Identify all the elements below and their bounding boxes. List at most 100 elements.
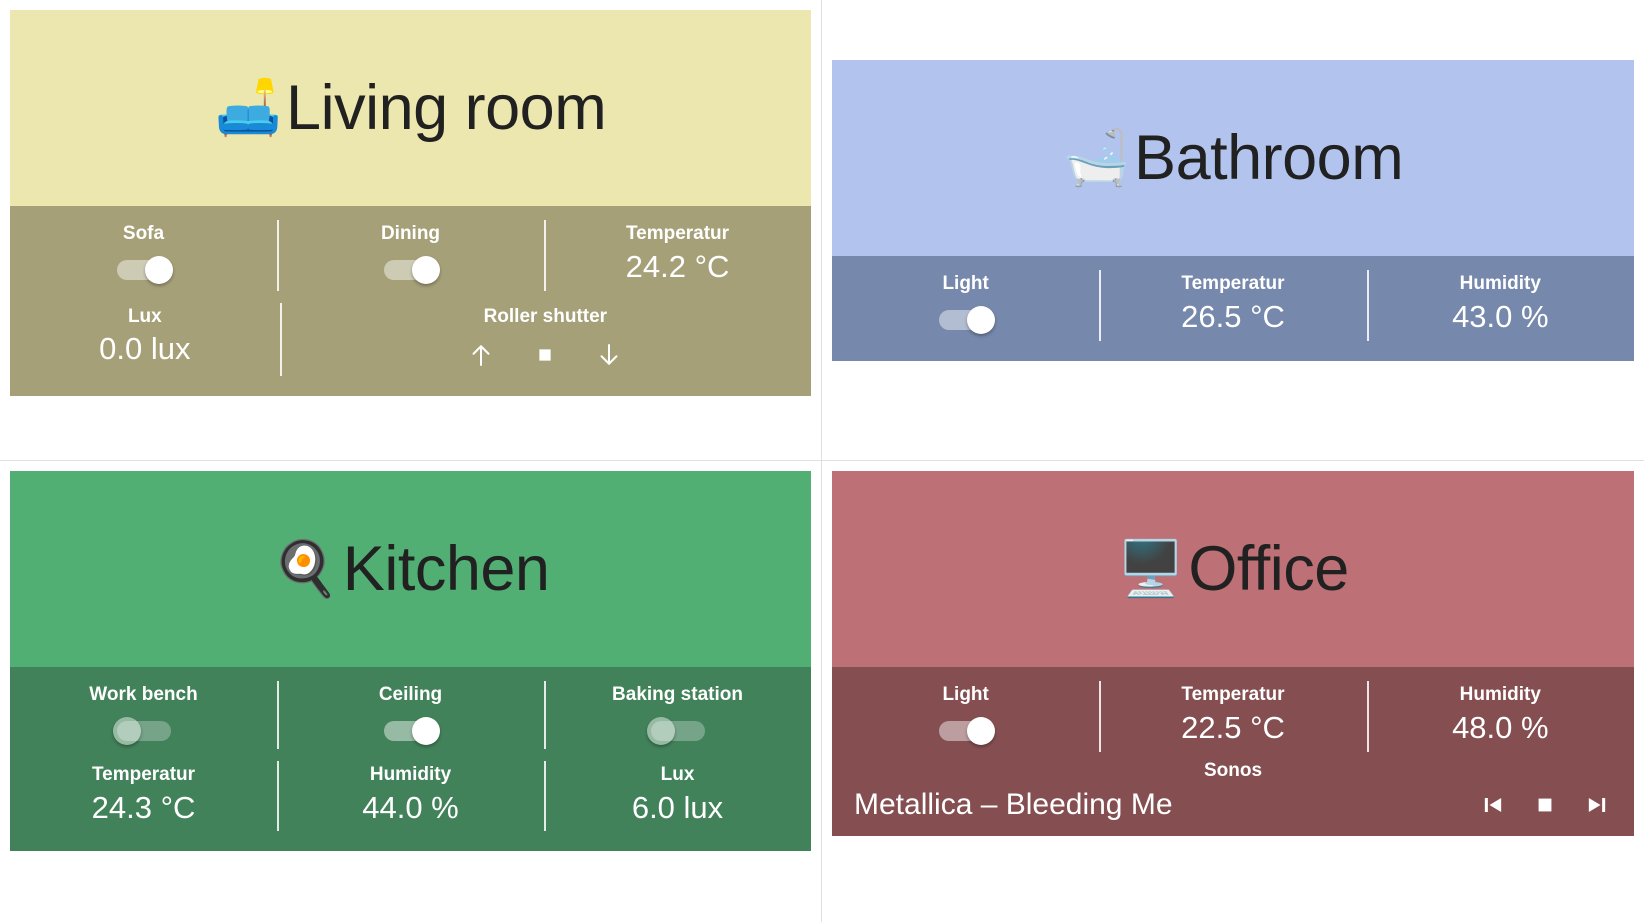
- stop-icon[interactable]: [1530, 790, 1560, 820]
- roller-shutter-controls: [464, 338, 626, 372]
- room-body-bathroom: Light Temperatur 26.5 °C Humidity 43.0 %: [832, 256, 1634, 361]
- entity-humidity: Humidity 44.0 %: [277, 755, 544, 838]
- entity-ceiling: Ceiling: [277, 675, 544, 755]
- entity-temperature: Temperatur 24.2 °C: [544, 214, 811, 297]
- entity-baking-station: Baking station: [544, 675, 811, 755]
- room-header-kitchen[interactable]: 🍳 Kitchen: [10, 471, 811, 667]
- room-body-kitchen: Work bench Ceiling Baking station Temper…: [10, 667, 811, 852]
- entity-value: 26.5 °C: [1181, 298, 1285, 334]
- entity-label: Baking station: [612, 684, 743, 705]
- room-header-office[interactable]: 🖥️ Office: [832, 471, 1634, 667]
- media-player-sonos: Sonos Metallica – Bleeding Me: [832, 760, 1634, 822]
- entity-label: Lux: [660, 763, 695, 785]
- entity-humidity: Humidity 43.0 %: [1366, 264, 1634, 347]
- couch-and-lamp-icon: 🛋️: [214, 78, 283, 138]
- entity-row: Temperatur 24.3 °C Humidity 44.0 % Lux 6…: [10, 755, 811, 838]
- entity-label: Dining: [380, 223, 441, 244]
- entity-row: Work bench Ceiling Baking station: [10, 675, 811, 755]
- entity-label: Temperatur: [1181, 684, 1285, 705]
- toggle-baking-station[interactable]: [645, 716, 711, 745]
- toggle-knob: [966, 305, 995, 334]
- entity-label: Humidity: [1459, 684, 1541, 705]
- shutter-stop-icon[interactable]: [528, 338, 562, 372]
- bathtub-icon: 🛁: [1062, 128, 1131, 188]
- room-body-living-room: Sofa Dining Temperatur 24.2 °C Lux 0.0 l…: [10, 206, 811, 397]
- toggle-light[interactable]: [933, 716, 999, 745]
- media-player-bar: Metallica – Bleeding Me: [854, 788, 1612, 822]
- entity-label: Humidity: [369, 763, 452, 785]
- entity-temperature: Temperatur 24.3 °C: [10, 755, 277, 838]
- media-player-label: Sonos: [1203, 759, 1263, 781]
- next-track-icon[interactable]: [1582, 790, 1612, 820]
- entity-label: Work bench: [89, 684, 198, 705]
- room-card-kitchen[interactable]: 🍳 Kitchen Work bench Ceiling Baking stat…: [10, 471, 811, 852]
- room-header-living-room[interactable]: 🛋️ Living room: [10, 10, 811, 206]
- toggle-light[interactable]: [933, 305, 999, 334]
- entity-humidity: Humidity 48.0 %: [1366, 675, 1634, 758]
- entity-roller-shutter: Roller shutter: [279, 297, 811, 383]
- entity-temperature: Temperatur 26.5 °C: [1099, 264, 1366, 347]
- toggle-dining[interactable]: [378, 255, 444, 284]
- room-title-office: Office: [1188, 533, 1349, 604]
- room-title-bathroom: Bathroom: [1134, 122, 1404, 193]
- entity-row: Lux 0.0 lux Roller shutter: [10, 297, 811, 383]
- desktop-computer-icon: 🖥️: [1117, 539, 1185, 599]
- room-dashboard: 🛋️ Living room Sofa Dining Temperatur 24…: [0, 0, 1644, 922]
- dashboard-cell-kitchen: 🍳 Kitchen Work bench Ceiling Baking stat…: [0, 461, 822, 922]
- room-body-office: Light Temperatur 22.5 °C Humidity 48.0 %: [832, 667, 1634, 836]
- entity-label: Temperatur: [91, 763, 196, 785]
- entity-lux: Lux 0.0 lux: [10, 297, 280, 383]
- entity-lux: Lux 6.0 lux: [544, 755, 811, 838]
- toggle-knob: [966, 716, 995, 745]
- entity-label: Ceiling: [378, 684, 443, 705]
- room-title-kitchen: Kitchen: [342, 533, 550, 604]
- entity-value: 24.2 °C: [625, 248, 730, 284]
- entity-dining: Dining: [277, 214, 544, 297]
- entity-label: Temperatur: [1181, 273, 1285, 294]
- entity-label: Lux: [127, 305, 162, 327]
- entity-value: 43.0 %: [1452, 298, 1549, 334]
- entity-light: Light: [832, 264, 1099, 347]
- entity-temperature: Temperatur 22.5 °C: [1099, 675, 1366, 758]
- entity-row: Light Temperatur 26.5 °C Humidity 43.0 %: [832, 264, 1634, 347]
- entity-value: 48.0 %: [1452, 709, 1549, 745]
- room-card-bathroom[interactable]: 🛁 Bathroom Light Temperatur 26.5 °C Humi…: [832, 60, 1634, 361]
- toggle-knob: [144, 255, 173, 284]
- entity-value: 24.3 °C: [91, 789, 196, 825]
- media-controls: [1478, 790, 1612, 820]
- entity-label: Light: [942, 684, 989, 705]
- entity-label: Roller shutter: [483, 305, 608, 327]
- dashboard-cell-bathroom: 🛁 Bathroom Light Temperatur 26.5 °C Humi…: [822, 0, 1644, 461]
- entity-light: Light: [832, 675, 1099, 758]
- entity-sofa: Sofa: [10, 214, 277, 297]
- entity-label: Sofa: [122, 223, 165, 244]
- room-card-living-room[interactable]: 🛋️ Living room Sofa Dining Temperatur 24…: [10, 10, 811, 397]
- cooking-pan-icon: 🍳: [271, 539, 339, 599]
- entity-label: Humidity: [1459, 273, 1541, 294]
- toggle-knob: [411, 255, 440, 284]
- entity-value: 6.0 lux: [631, 789, 724, 825]
- toggle-sofa[interactable]: [111, 255, 177, 284]
- toggle-ceiling[interactable]: [378, 716, 444, 745]
- entity-label: Temperatur: [625, 223, 730, 244]
- entity-row: Sofa Dining Temperatur 24.2 °C: [10, 214, 811, 297]
- room-header-bathroom[interactable]: 🛁 Bathroom: [832, 60, 1634, 256]
- entity-value: 0.0 lux: [99, 331, 191, 367]
- entity-value: 22.5 °C: [1181, 709, 1285, 745]
- toggle-work-bench[interactable]: [111, 716, 177, 745]
- toggle-knob: [646, 716, 675, 745]
- toggle-knob: [112, 716, 141, 745]
- dashboard-cell-living-room: 🛋️ Living room Sofa Dining Temperatur 24…: [0, 0, 822, 461]
- room-title-living-room: Living room: [286, 72, 607, 143]
- dashboard-cell-office: 🖥️ Office Light Temperatur 22.5 °C Humid…: [822, 461, 1644, 922]
- entity-value: 44.0 %: [362, 789, 459, 825]
- toggle-knob: [411, 716, 440, 745]
- shutter-down-icon[interactable]: [592, 338, 626, 372]
- media-now-playing: Metallica – Bleeding Me: [854, 787, 1173, 821]
- shutter-up-icon[interactable]: [464, 338, 498, 372]
- entity-row: Light Temperatur 22.5 °C Humidity 48.0 %: [832, 675, 1634, 758]
- entity-work-bench: Work bench: [10, 675, 277, 755]
- room-card-office[interactable]: 🖥️ Office Light Temperatur 22.5 °C Humid…: [832, 471, 1634, 836]
- entity-label: Light: [942, 273, 989, 294]
- previous-track-icon[interactable]: [1478, 790, 1508, 820]
